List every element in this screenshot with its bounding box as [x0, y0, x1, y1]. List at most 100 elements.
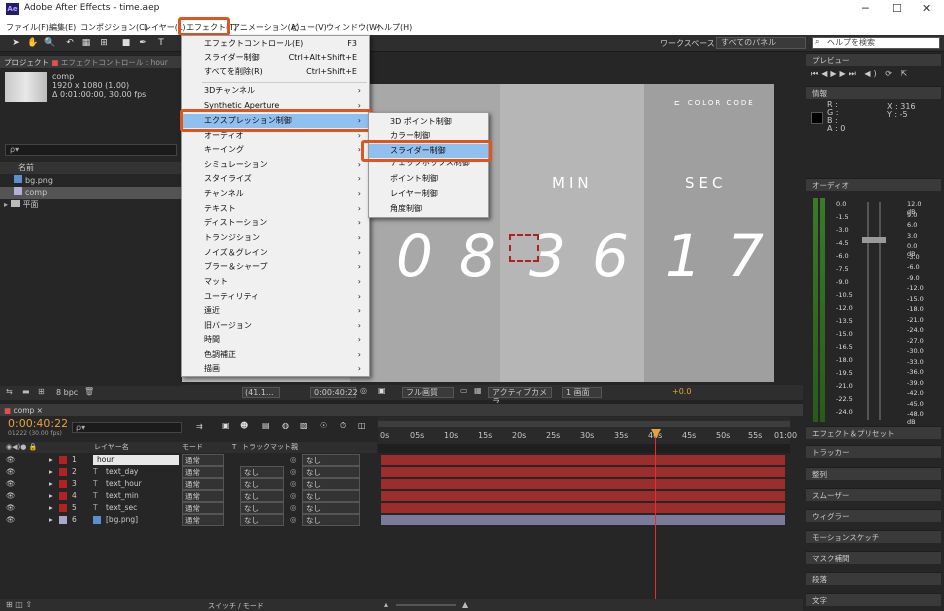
mode-select[interactable]: 通常	[182, 466, 224, 478]
parent-select[interactable]: なし	[302, 466, 360, 478]
zoom-in-icon[interactable]: ▲	[462, 600, 468, 609]
label-color[interactable]	[59, 516, 67, 524]
motion-sketch-header[interactable]: モーションスケッチ	[806, 530, 941, 543]
project-item-comp[interactable]: comp	[0, 187, 182, 199]
track-matte-select[interactable]: なし	[240, 502, 284, 514]
info-panel-header[interactable]: 情報	[806, 86, 941, 99]
camera-tool-icon[interactable]: ▦	[80, 37, 92, 49]
layer-name[interactable]: [bg.png]	[106, 514, 138, 526]
label-color[interactable]	[59, 456, 67, 464]
menu-window[interactable]: ウィンドウ(W)	[326, 22, 380, 33]
menu-item-utility[interactable]: ユーティリティ ›	[182, 290, 369, 304]
render-icon[interactable]: ◫	[358, 421, 366, 430]
close-icon[interactable]: ✕	[922, 2, 931, 15]
exposure-value[interactable]: +0.0	[672, 387, 691, 396]
label-color[interactable]	[59, 480, 67, 488]
time-ruler[interactable]: 0s 05s 10s 15s 20s 25s 30s 35s 40s 45s 5…	[378, 417, 797, 453]
pickwhip-icon[interactable]: ◎	[290, 490, 297, 502]
layer-name[interactable]: text_min	[106, 490, 139, 502]
preview-panel-header[interactable]: プレビュー	[806, 53, 941, 66]
audio-slider-track[interactable]	[867, 202, 869, 420]
switch-mode-toggle[interactable]: スイッチ / モード	[208, 601, 264, 611]
layer-bar-bg[interactable]	[381, 515, 785, 525]
layer-name[interactable]: text_day	[106, 466, 138, 478]
visibility-icon[interactable]: 👁	[6, 514, 16, 526]
audio-slider-thumb[interactable]	[874, 237, 886, 243]
motion-blur-icon[interactable]: ◍	[282, 421, 289, 430]
label-color[interactable]	[59, 492, 67, 500]
table-row[interactable]: 👁 ▸ 3 T text_hour 通常 なし ◎ なし	[0, 478, 375, 490]
tab-comp[interactable]: comp	[13, 406, 34, 415]
layer-bar-text-sec[interactable]	[381, 503, 785, 513]
rotate-tool-icon[interactable]: ↶	[64, 37, 76, 49]
roi-icon[interactable]: ▭	[460, 386, 468, 395]
workspace-select[interactable]: すべてのパネル	[716, 37, 806, 49]
effects-presets-header[interactable]: エフェクト＆プリセット	[806, 426, 941, 439]
audio-slider-track[interactable]	[879, 202, 881, 420]
minimize-icon[interactable]: ─	[862, 2, 869, 15]
resolution-select[interactable]: フル画質	[402, 387, 454, 398]
table-row[interactable]: 👁 ▸ 6 [bg.png] 通常 なし ◎ なし	[0, 514, 375, 526]
project-search-input[interactable]: ρ▾	[5, 144, 177, 156]
text-tool-icon[interactable]: T	[155, 37, 167, 49]
track-matte-select[interactable]: なし	[240, 490, 284, 502]
snapshot-icon[interactable]: ◎	[360, 386, 367, 395]
layer-name-field[interactable]: hour	[93, 455, 179, 465]
pan-behind-tool-icon[interactable]: ⊞	[98, 37, 110, 49]
trash-icon[interactable]: 🗑	[84, 387, 94, 396]
paragraph-header[interactable]: 段落	[806, 572, 941, 585]
camera-select[interactable]: アクティブカメラ	[488, 387, 552, 406]
menu-item-blur-sharpen[interactable]: ブラー＆シャープ ›	[182, 260, 369, 274]
menu-item-simulation[interactable]: シミュレーション ›	[182, 158, 369, 172]
layer-bar-text-min[interactable]	[381, 491, 785, 501]
timeline-search-input[interactable]: ρ▾	[72, 422, 182, 433]
pickwhip-icon[interactable]: ◎	[290, 502, 297, 514]
transparency-grid-icon[interactable]: ▦	[474, 386, 482, 395]
menu-item-3d-channel[interactable]: 3Dチャンネル ›	[182, 84, 369, 98]
comp-mini-flowchart-icon[interactable]: ⇉	[196, 422, 203, 431]
col-mode[interactable]: モード	[182, 442, 203, 453]
visibility-icon[interactable]: 👁	[6, 490, 16, 502]
visibility-icon[interactable]: 👁	[6, 466, 16, 478]
project-item-folder[interactable]: ▸ 平面	[0, 199, 182, 211]
help-search-input[interactable]: ヘルプを検索	[812, 37, 940, 49]
menu-edit[interactable]: 編集(E)	[49, 22, 76, 33]
timer-icon[interactable]: ⏱	[340, 421, 346, 431]
parent-select[interactable]: なし	[302, 502, 360, 514]
parent-select[interactable]: なし	[302, 490, 360, 502]
menu-item-remove-all[interactable]: すべてを削除(R) Ctrl+Shift+E	[182, 65, 369, 79]
bpc-label[interactable]: 8 bpc	[56, 388, 78, 397]
menu-item-color-correction[interactable]: 色調補正 ›	[182, 348, 369, 362]
timecode-field[interactable]: 0:00:40:22	[310, 387, 358, 398]
submenu-item-point[interactable]: ポイント制御	[369, 172, 488, 186]
menu-item-channel[interactable]: チャンネル ›	[182, 187, 369, 201]
table-row[interactable]: 👁 ▸ 4 T text_min 通常 なし ◎ なし	[0, 490, 375, 502]
submenu-item-layer[interactable]: レイヤー制御	[369, 187, 488, 201]
menu-item-matte[interactable]: マット ›	[182, 275, 369, 289]
layer-bar-hour[interactable]	[381, 455, 785, 465]
label-color[interactable]	[59, 504, 67, 512]
menu-item-perspective[interactable]: 遠近 ›	[182, 304, 369, 318]
playhead-line[interactable]	[655, 437, 656, 611]
zoom-tool-icon[interactable]: 🔍	[44, 37, 56, 49]
menu-item-keying[interactable]: キーイング ›	[182, 143, 369, 157]
track-matte-select[interactable]: なし	[240, 478, 284, 490]
visibility-icon[interactable]: 👁	[6, 478, 16, 490]
work-area-bar[interactable]	[378, 421, 790, 427]
col-parent[interactable]: 親	[291, 442, 298, 453]
wiggler-header[interactable]: ウィグラー	[806, 509, 941, 522]
interpret-footage-icon[interactable]: ⇆	[6, 387, 13, 396]
layer-bar-text-hour[interactable]	[381, 479, 785, 489]
track-matte-select[interactable]: なし	[240, 466, 284, 478]
menu-item-effect-controls[interactable]: エフェクトコントロール(E) F3	[182, 37, 369, 51]
align-header[interactable]: 整列	[806, 467, 941, 480]
maximize-icon[interactable]: ☐	[892, 2, 902, 15]
preview-controls[interactable]: ⏮◀▶▶⏭ ◀) ⟳ ⇱	[811, 69, 910, 79]
menu-item-generate[interactable]: 描画 ›	[182, 362, 369, 376]
menu-item-time[interactable]: 時間 ›	[182, 333, 369, 347]
menu-item-noise-grain[interactable]: ノイズ＆グレイン ›	[182, 246, 369, 260]
menu-item-stylize[interactable]: スタイライズ ›	[182, 172, 369, 186]
layer-bar-text-day[interactable]	[381, 467, 785, 477]
audio-panel-header[interactable]: オーディオ	[806, 178, 941, 191]
submenu-item-angle[interactable]: 角度制御	[369, 202, 488, 216]
